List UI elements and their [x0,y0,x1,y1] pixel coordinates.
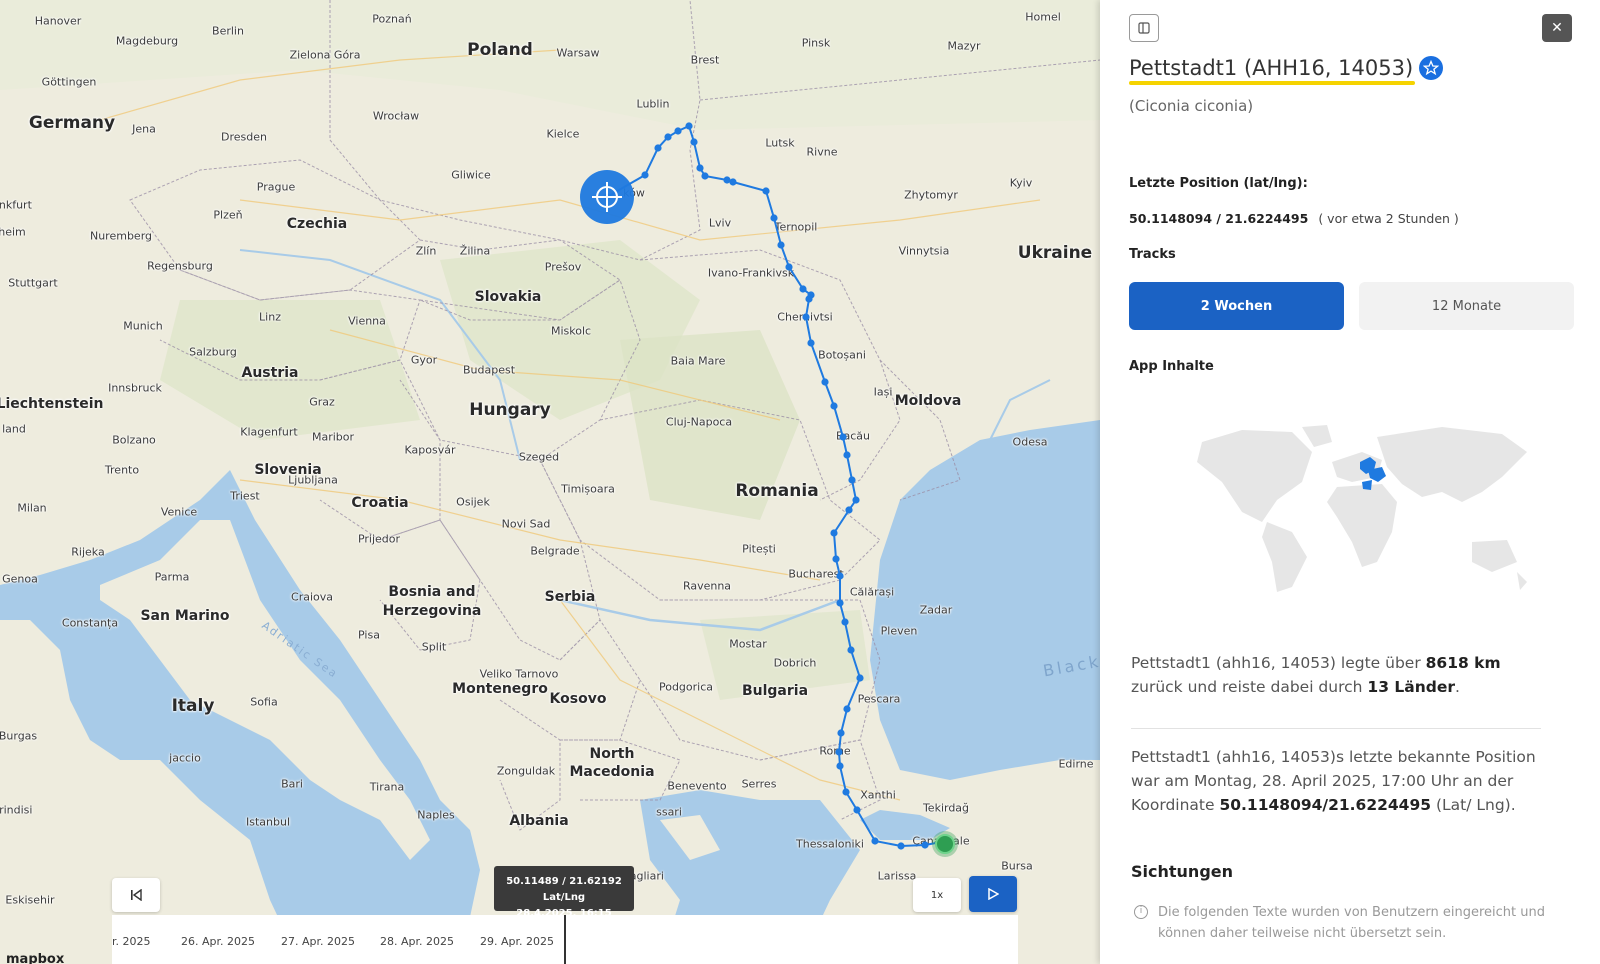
sightings-note: i Die folgenden Texte wurden von Benutze… [1134,902,1554,944]
current-position-marker[interactable] [580,170,634,224]
tooltip-coords: 50.11489 / 21.62192 Lat/Lng [506,876,622,903]
track-12-months-button[interactable]: 12 Monate [1359,282,1574,330]
track-point[interactable] [871,837,879,845]
map[interactable]: Poland Germany Czechia Slovakia Austria Hunga… [0,0,1100,964]
timeline-cursor[interactable] [564,915,566,964]
track-point[interactable] [664,133,672,141]
animal-detail-panel: ✕ Pettstadt1 (AHH16, 14053) (Ciconia cic… [1100,0,1600,964]
animal-title: Pettstadt1 (AHH16, 14053) [1129,56,1444,80]
track-point[interactable] [674,127,682,135]
track-point[interactable] [762,187,770,195]
track-point[interactable] [729,178,737,186]
track-point[interactable] [856,674,864,682]
track-point[interactable] [921,841,929,849]
animal-name: Pettstadt1 (AHH16, 14053) [1129,56,1414,80]
mapbox-logo: mapbox [6,952,65,964]
track-point[interactable] [841,618,849,626]
timeline-label: 28. Apr. 2025 [380,935,454,948]
track-point[interactable] [805,295,813,303]
scientific-name: (Ciconia ciconia) [1129,97,1254,115]
track-point[interactable] [696,164,704,172]
timeline-label: 26. Apr. 2025 [181,935,255,948]
track-point[interactable] [848,476,856,484]
track-point[interactable] [777,241,785,249]
track-point[interactable] [852,496,860,504]
sidebar-toggle-icon [1138,22,1150,34]
track-point[interactable] [836,572,844,580]
sightings-note-text: Die folgenden Texte wurden von Benutzern… [1158,905,1545,941]
last-position: 50.1148094 / 21.6224495 ( vor etwa 2 Stun… [1129,211,1459,226]
track-point[interactable] [770,214,778,222]
countries-value: 13 Länder [1367,678,1455,696]
app-content-label: App Inhalte [1129,359,1214,374]
track-point[interactable] [641,171,649,179]
track-point[interactable] [847,646,855,654]
play-button[interactable] [969,876,1017,912]
track-point[interactable] [830,402,838,410]
title-highlight [1129,81,1415,85]
track-point[interactable] [845,506,853,514]
sidebar-toggle-button[interactable] [1129,14,1159,42]
track-point[interactable] [835,748,843,756]
timeline-label: 29. Apr. 2025 [480,935,554,948]
track-point[interactable] [836,762,844,770]
track-point[interactable] [836,599,844,607]
close-button[interactable]: ✕ [1542,14,1572,42]
track-point[interactable] [839,433,847,441]
last-position-ago: ( vor etwa 2 Stunden ) [1318,211,1459,226]
summary-last-position: Pettstadt1 (ahh16, 14053)s letzte bekann… [1131,745,1551,817]
summary-text: Pettstadt1 (ahh16, 14053) legte über [1131,654,1426,672]
divider [1131,728,1541,729]
speed-button[interactable]: 1x [913,878,961,912]
sightings-heading: Sichtungen [1131,862,1234,881]
play-icon [988,888,999,900]
track-layer [603,122,951,850]
coordinate-value: 50.1148094/21.6224495 [1219,796,1432,814]
track-point[interactable] [807,339,815,347]
track-point[interactable] [799,285,807,293]
track-point[interactable] [842,788,850,796]
world-map-thumbnail [1197,425,1527,592]
last-position-label: Letzte Position (lat/lng): [1129,176,1308,191]
summary-text: (Lat/ Lng). [1431,796,1516,814]
track-point[interactable] [853,806,861,814]
timeline-label: r. 2025 [112,935,151,948]
track-point[interactable] [821,378,829,386]
track-point[interactable] [654,144,662,152]
track-point[interactable] [897,842,905,850]
locate-icon [592,182,622,212]
track-point[interactable] [843,451,851,459]
close-icon: ✕ [1551,20,1563,36]
timeline-tooltip: 50.11489 / 21.62192 Lat/Lng 28.4.2025, 1… [494,866,634,919]
track-2-weeks-button[interactable]: 2 Wochen [1129,282,1344,330]
start-position-marker[interactable] [935,834,955,854]
track-point[interactable] [832,555,840,563]
track-point[interactable] [785,263,793,271]
summary-text: zurück und reiste dabei durch [1131,678,1368,696]
track-point[interactable] [701,172,709,180]
last-position-value: 50.1148094 / 21.6224495 [1129,211,1309,226]
summary-distance: Pettstadt1 (ahh16, 14053) legte über 861… [1131,651,1551,699]
timeline-label: 27. Apr. 2025 [281,935,355,948]
tracks-label: Tracks [1129,247,1176,262]
track-point[interactable] [843,705,851,713]
track-point[interactable] [830,529,838,537]
distance-value: 8618 km [1425,654,1501,672]
track-point[interactable] [837,729,845,737]
track-point[interactable] [802,313,810,321]
info-icon: i [1134,905,1148,919]
verified-star-icon [1419,56,1444,80]
track-line [606,124,948,848]
summary-text: . [1455,678,1460,696]
rewind-button[interactable] [112,878,160,912]
timeline-scrubber[interactable]: r. 2025 26. Apr. 2025 27. Apr. 2025 28. … [112,915,1018,964]
track-point[interactable] [685,122,693,130]
speed-label: 1x [930,889,944,901]
rewind-icon [131,889,142,901]
track-point[interactable] [690,138,698,146]
